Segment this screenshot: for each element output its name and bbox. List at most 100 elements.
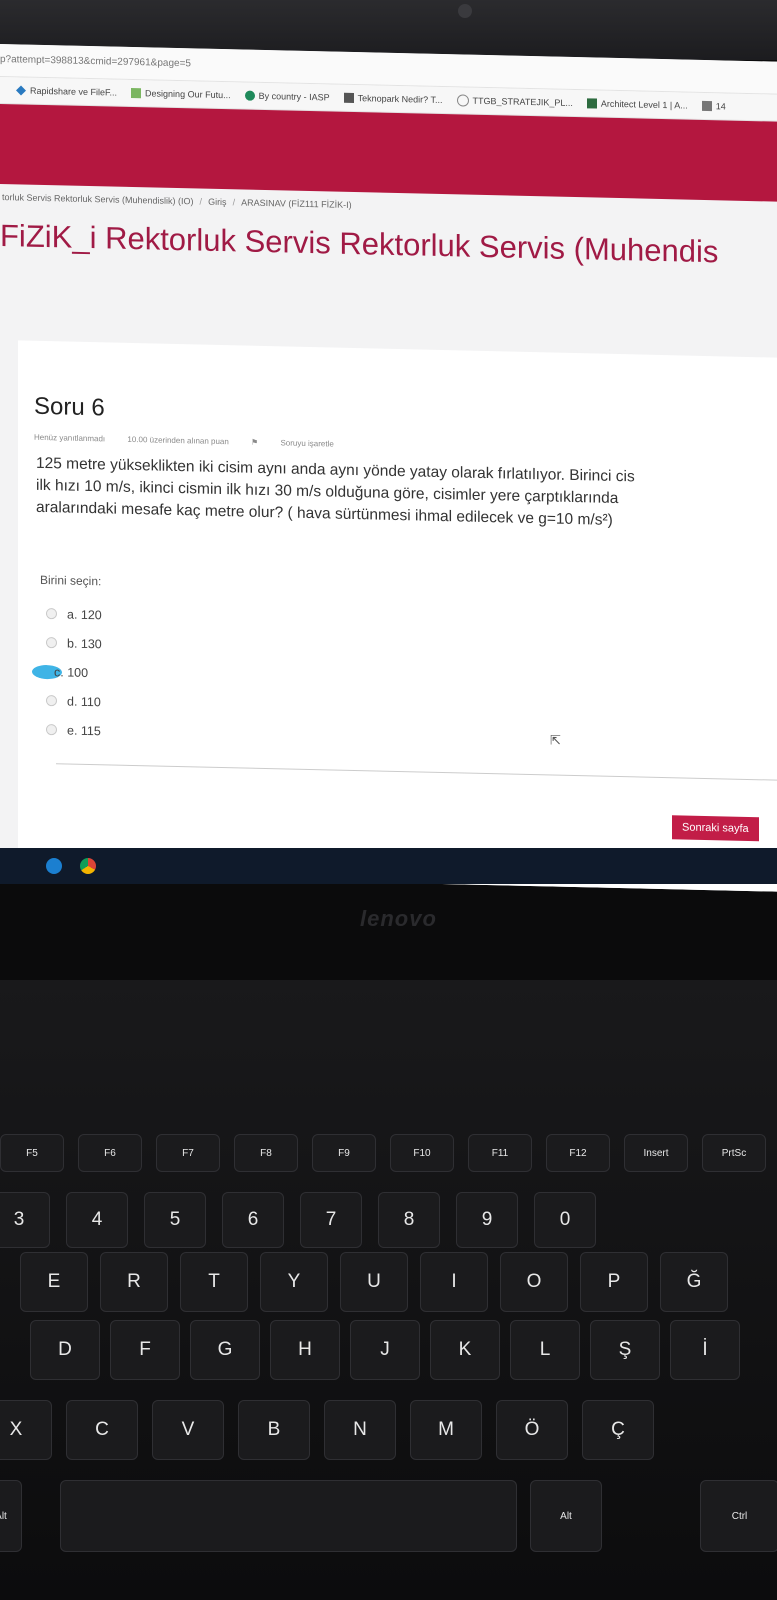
key-l[interactable]: L	[510, 1320, 580, 1380]
key-h[interactable]: H	[270, 1320, 340, 1380]
key-b[interactable]: B	[238, 1400, 310, 1460]
browser-screen: p?attempt=398813&cmid=297961&page=5 Rapi…	[0, 44, 777, 892]
edge-browser-icon[interactable]	[46, 858, 62, 874]
option-label: e. 115	[67, 723, 101, 738]
option-label: a. 120	[67, 607, 102, 622]
chrome-browser-icon[interactable]	[80, 858, 96, 874]
bookmark-4[interactable]: Teknopark Nedir? T...	[343, 92, 443, 106]
breadcrumb-home[interactable]: Giriş	[208, 197, 227, 207]
option-label: c. 100	[54, 664, 89, 680]
key-i[interactable]: I	[420, 1252, 488, 1312]
key-g[interactable]: G	[190, 1320, 260, 1380]
bookmark-1[interactable]: Rapidshare ve FileF...	[16, 85, 117, 98]
question-card: Soru 6 Henüz yanıtlanmadı 10.00 üzerinde…	[18, 340, 777, 892]
radio-button[interactable]	[46, 695, 57, 707]
bookmark-label: Teknopark Nedir? T...	[357, 93, 443, 106]
option-label: d. 110	[67, 694, 101, 709]
bookmark-label: Designing Our Futu...	[145, 88, 231, 101]
key-f10[interactable]: F10	[390, 1134, 454, 1172]
course-title: FiZiK_i Rektorluk Servis Rektorluk Servi…	[0, 218, 719, 270]
option-b[interactable]: b. 130	[46, 628, 102, 658]
key-r[interactable]: R	[100, 1252, 168, 1312]
key-k[interactable]: K	[430, 1320, 500, 1380]
bookmark-3[interactable]: By country - IASP	[244, 90, 330, 103]
key-alt[interactable]: Alt	[530, 1480, 602, 1552]
key-c[interactable]: C	[66, 1400, 138, 1460]
taskbar	[0, 848, 777, 884]
bookmark-label: 14	[715, 101, 726, 112]
bookmark-2[interactable]: Designing Our Futu...	[131, 87, 231, 101]
key-7[interactable]: 7	[300, 1192, 362, 1248]
bookmark-7[interactable]: 14	[701, 100, 726, 112]
radio-button[interactable]	[46, 724, 57, 736]
key-insert[interactable]: Insert	[624, 1134, 688, 1172]
option-d[interactable]: d. 110	[46, 686, 102, 716]
flag-question-link[interactable]: ⚑ Soruyu işaretle	[251, 438, 354, 449]
key-f6[interactable]: F6	[78, 1134, 142, 1172]
question-info: Henüz yanıtlanmadı 10.00 üzerinden alına…	[34, 433, 374, 450]
flag-icon: ⚑	[251, 437, 261, 447]
option-label: b. 130	[67, 636, 102, 651]
bookmark-5[interactable]: TTGB_STRATEJIK_PL...	[456, 94, 573, 109]
key-ç[interactable]: Ç	[582, 1400, 654, 1460]
key-5[interactable]: 5	[144, 1192, 206, 1248]
key-f8[interactable]: F8	[234, 1134, 298, 1172]
bookmark-label: TTGB_STRATEJIK_PL...	[472, 95, 573, 109]
key-9[interactable]: 9	[456, 1192, 518, 1248]
key-f12[interactable]: F12	[546, 1134, 610, 1172]
next-page-button[interactable]: Sonraki sayfa	[672, 815, 759, 842]
key-0[interactable]: 0	[534, 1192, 596, 1248]
key-p[interactable]: P	[580, 1252, 648, 1312]
question-status: Henüz yanıtlanmadı	[34, 432, 106, 444]
key-y[interactable]: Y	[260, 1252, 328, 1312]
key-f5[interactable]: F5	[0, 1134, 64, 1172]
webcam	[458, 4, 472, 18]
key-space[interactable]	[60, 1480, 517, 1552]
key-6[interactable]: 6	[222, 1192, 284, 1248]
answer-options: a. 120 b. 130 c. 100 d. 110 e. 115	[32, 599, 102, 745]
key-f9[interactable]: F9	[312, 1134, 376, 1172]
bookmark-icon	[456, 94, 469, 107]
bookmark-icon	[131, 87, 142, 99]
key-f11[interactable]: F11	[468, 1134, 532, 1172]
breadcrumb-exam[interactable]: ARASINAV (FİZ111 FİZİK-I)	[241, 197, 352, 210]
key-prtsc[interactable]: PrtSc	[702, 1134, 766, 1172]
key-alt[interactable]: Alt	[0, 1480, 22, 1552]
key-u[interactable]: U	[340, 1252, 408, 1312]
key-ö[interactable]: Ö	[496, 1400, 568, 1460]
key-m[interactable]: M	[410, 1400, 482, 1460]
question-number: Soru 6	[34, 392, 105, 422]
key-3[interactable]: 3	[0, 1192, 50, 1248]
key-t[interactable]: T	[180, 1252, 248, 1312]
breadcrumb-course[interactable]: torluk Servis Rektorluk Servis (Muhendis…	[2, 192, 194, 206]
option-c[interactable]: c. 100	[32, 657, 102, 687]
key-n[interactable]: N	[324, 1400, 396, 1460]
key-4[interactable]: 4	[66, 1192, 128, 1248]
answer-prompt: Birini seçin:	[40, 572, 102, 589]
key-f[interactable]: F	[110, 1320, 180, 1380]
option-e[interactable]: e. 115	[46, 715, 102, 745]
key-v[interactable]: V	[152, 1400, 224, 1460]
key-x[interactable]: X	[0, 1400, 52, 1460]
bookmark-icon	[244, 90, 255, 101]
key-i̇[interactable]: İ	[670, 1320, 740, 1380]
key-ğ[interactable]: Ğ	[660, 1252, 728, 1312]
bookmark-label: By country - IASP	[258, 90, 330, 103]
key-o[interactable]: O	[500, 1252, 568, 1312]
bookmark-icon	[586, 98, 597, 109]
key-ctrl[interactable]: Ctrl	[700, 1480, 777, 1552]
key-ş[interactable]: Ş	[590, 1320, 660, 1380]
bookmark-6[interactable]: Architect Level 1 | A...	[586, 98, 688, 111]
mouse-cursor-icon: ⇱	[550, 732, 561, 748]
option-a[interactable]: a. 120	[46, 599, 102, 629]
key-j[interactable]: J	[350, 1320, 420, 1380]
divider	[56, 763, 777, 782]
radio-button[interactable]	[46, 637, 57, 649]
key-f7[interactable]: F7	[156, 1134, 220, 1172]
radio-button[interactable]	[46, 608, 57, 620]
bookmark-icon	[701, 100, 712, 112]
key-e[interactable]: E	[20, 1252, 88, 1312]
key-8[interactable]: 8	[378, 1192, 440, 1248]
bookmark-icon	[16, 85, 26, 95]
key-d[interactable]: D	[30, 1320, 100, 1380]
